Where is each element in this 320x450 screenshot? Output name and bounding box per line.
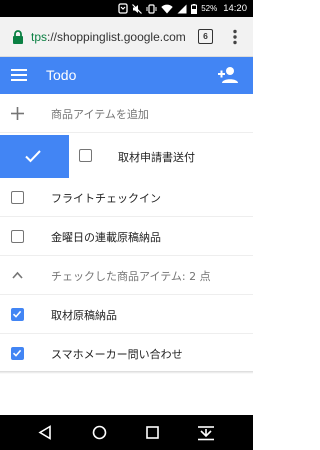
back-icon[interactable] — [38, 425, 52, 440]
tab-switcher-button[interactable]: 6 — [198, 29, 213, 44]
battery-level: 52% — [201, 4, 218, 13]
recents-icon[interactable] — [146, 426, 159, 439]
signal-icon — [177, 4, 187, 13]
list-item-swiped[interactable]: 取材申請書送付 — [0, 135, 253, 178]
item-label: スマホメーカー問い合わせ — [51, 348, 183, 361]
list-item-checked[interactable]: 取材原稿納品 — [0, 295, 253, 334]
battery-icon — [191, 3, 198, 14]
checked-items-header[interactable]: チェックした商品アイテム: 2 点 — [0, 256, 253, 295]
item-label: 取材申請書送付 — [118, 151, 195, 164]
check-icon — [12, 349, 22, 357]
app-bar: Todo — [0, 57, 253, 94]
list-item-checked[interactable]: スマホメーカー問い合わせ — [0, 334, 253, 373]
menu-icon[interactable] — [11, 68, 27, 82]
item-label: 取材原稿納品 — [51, 309, 117, 322]
url-host: ://shoppinglist.google.com — [47, 30, 186, 44]
home-icon[interactable] — [92, 425, 107, 440]
list-item[interactable]: 金曜日の連載原稿納品 — [0, 217, 253, 256]
add-person-icon[interactable] — [218, 66, 238, 84]
item-checkbox-checked[interactable] — [11, 308, 24, 321]
wifi-icon — [161, 4, 173, 13]
address-bar[interactable]: tps://shoppinglist.google.com — [6, 24, 188, 50]
chevron-up-icon — [12, 271, 23, 279]
list-item[interactable]: フライトチェックイン — [0, 178, 253, 217]
add-item-row[interactable]: 商品アイテムを追加 — [0, 94, 253, 133]
url-text: tps://shoppinglist.google.com — [31, 30, 186, 44]
item-label: 金曜日の連載原稿納品 — [51, 231, 161, 244]
item-checkbox[interactable] — [11, 230, 24, 243]
check-icon — [12, 310, 22, 318]
check-icon — [25, 150, 41, 163]
add-item-input[interactable]: 商品アイテムを追加 — [51, 106, 149, 122]
page-title: Todo — [46, 67, 77, 83]
lock-icon — [13, 30, 23, 44]
status-bar: 52% 14:20 — [0, 0, 253, 17]
checked-items-count: チェックした商品アイテム: 2 点 — [51, 270, 211, 283]
plus-icon — [11, 107, 24, 120]
nfc-icon — [118, 3, 128, 14]
swipe-check-action[interactable] — [0, 135, 69, 178]
item-label: フライトチェックイン — [51, 192, 161, 205]
browser-toolbar: tps://shoppinglist.google.com 6 — [0, 17, 253, 57]
item-checkbox[interactable] — [79, 149, 92, 162]
swiped-item-content[interactable]: 取材申請書送付 — [69, 135, 253, 178]
notification-shade-icon[interactable] — [197, 425, 215, 441]
list-bottom-divider — [0, 371, 253, 374]
more-vert-icon[interactable] — [229, 28, 241, 46]
item-checkbox-checked[interactable] — [11, 347, 24, 360]
url-scheme: tps — [31, 30, 48, 44]
android-nav-bar — [0, 415, 253, 450]
vibrate-icon — [146, 3, 157, 14]
mute-icon — [132, 3, 143, 14]
item-checkbox[interactable] — [11, 191, 24, 204]
clock: 14:20 — [223, 3, 247, 14]
